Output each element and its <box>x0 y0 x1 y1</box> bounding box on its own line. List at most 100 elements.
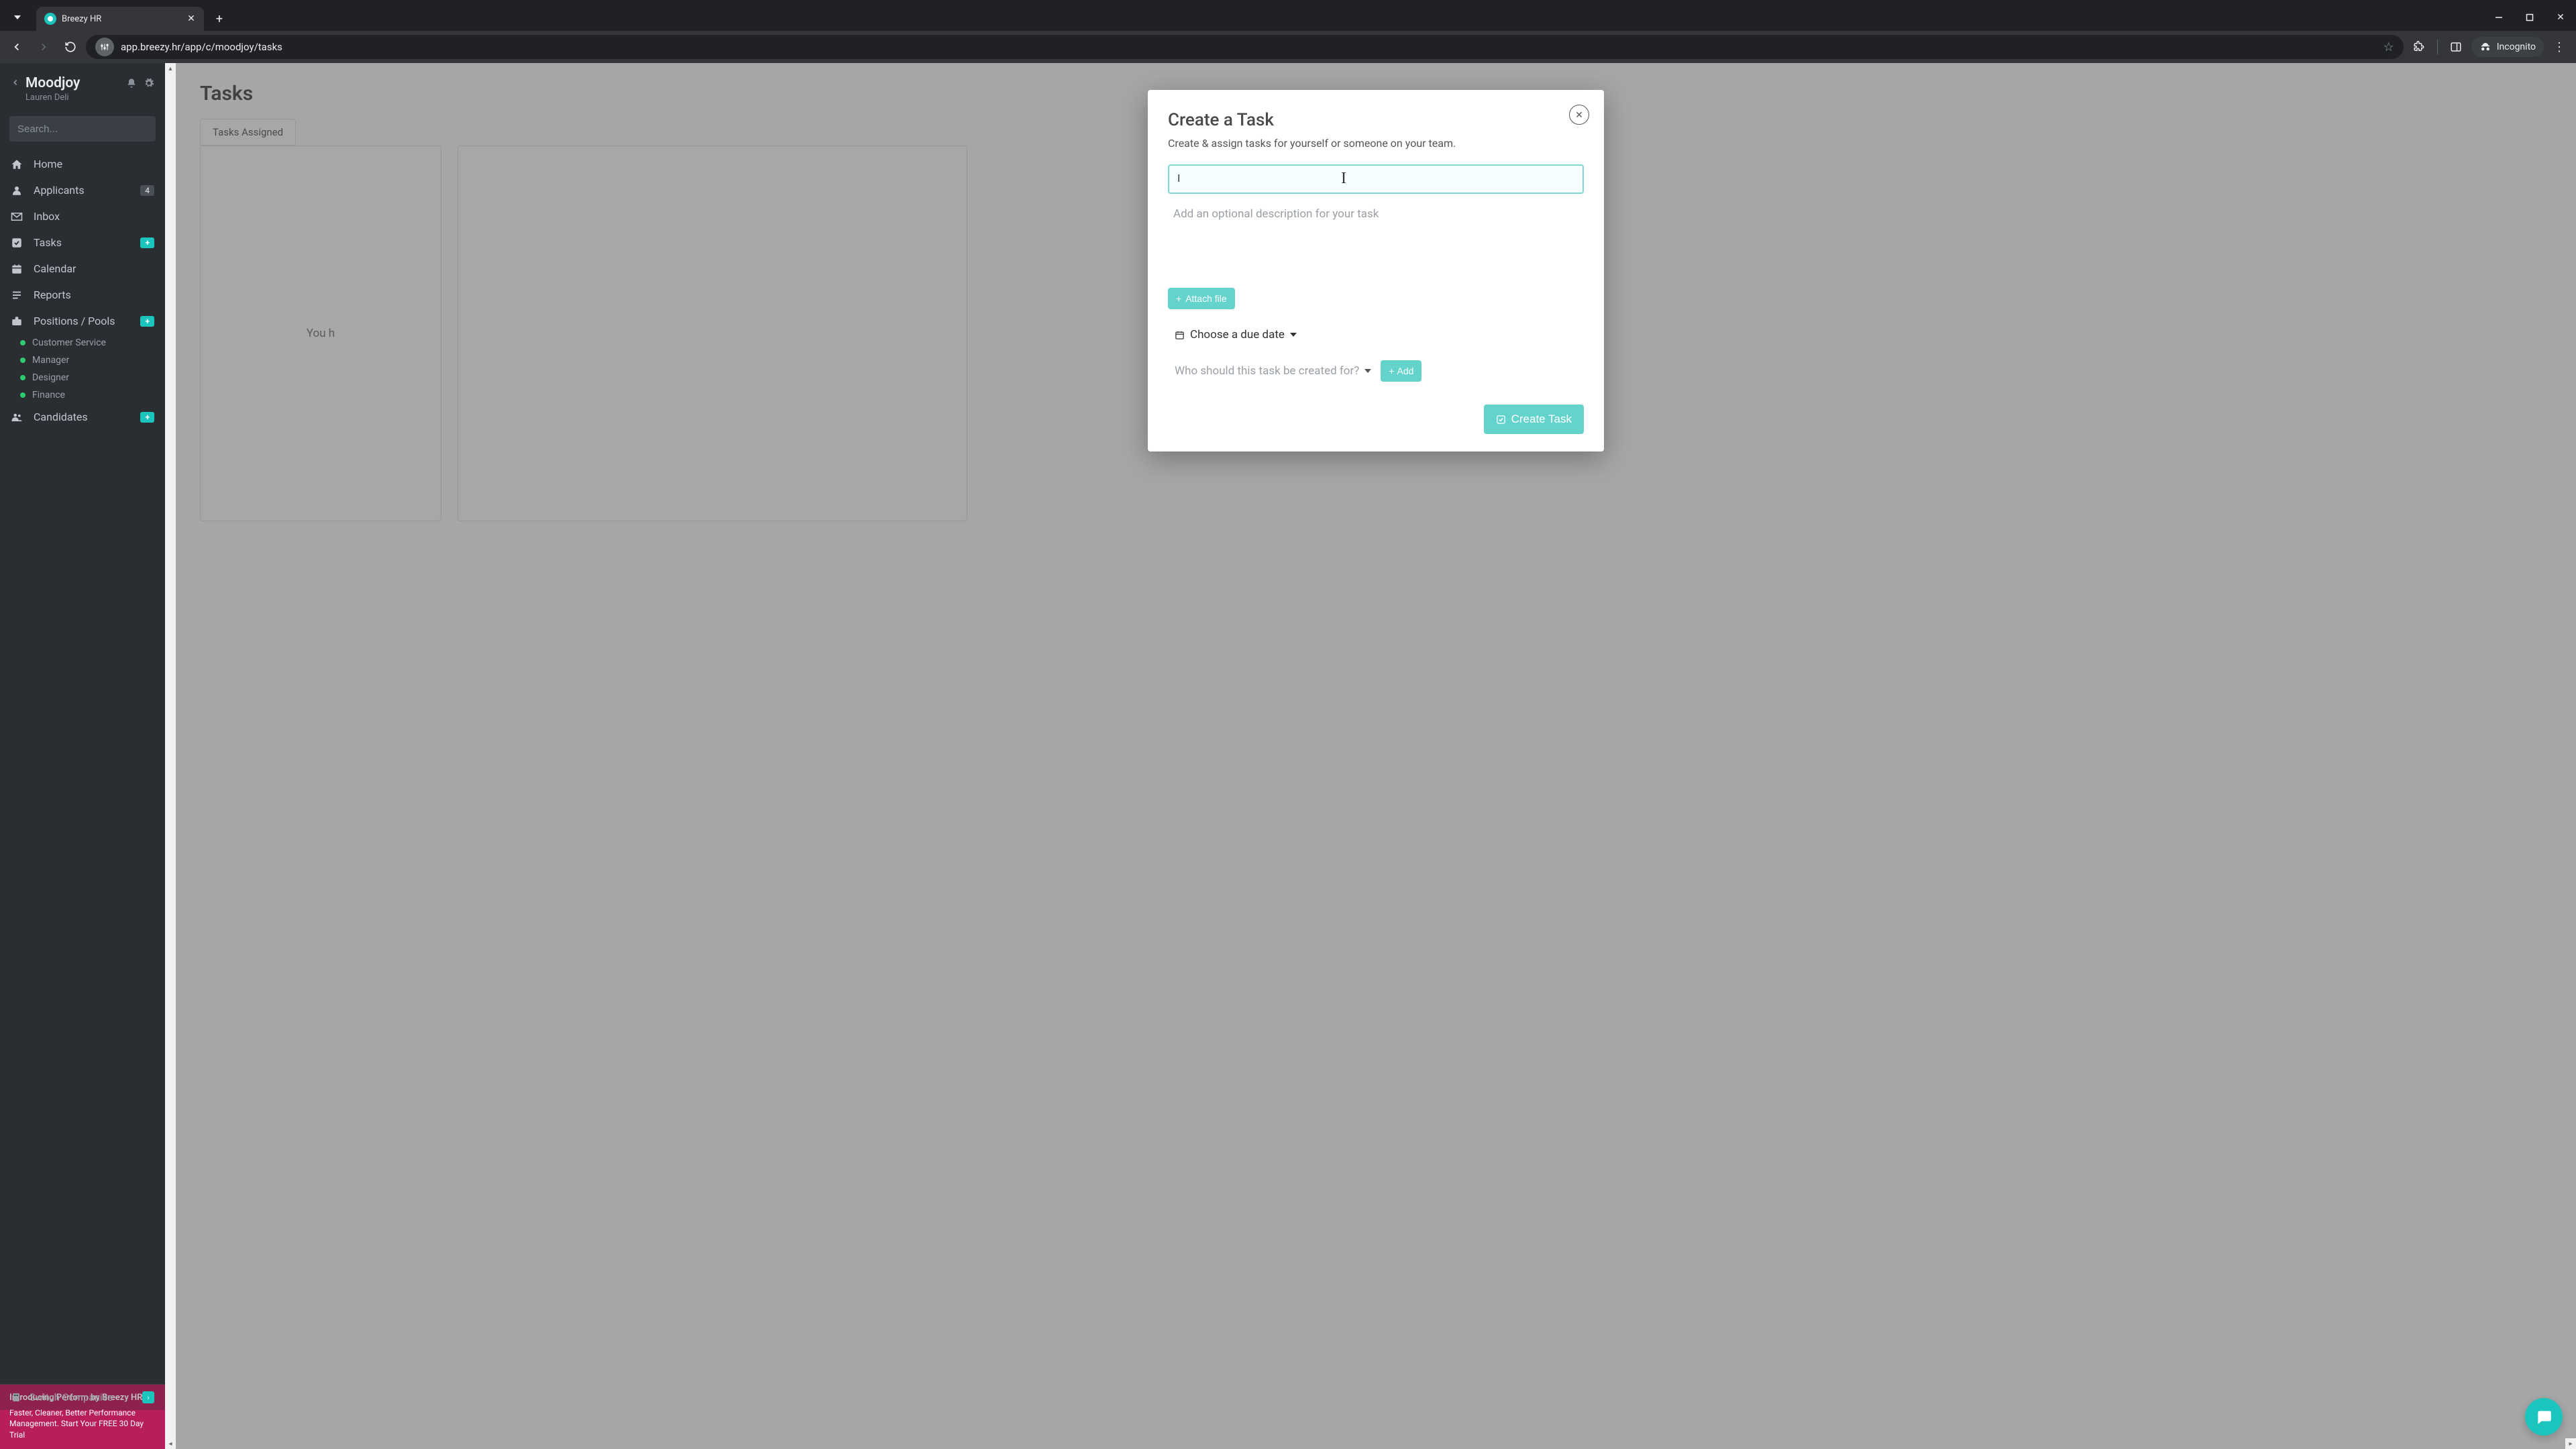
chevron-right-icon: › <box>142 1391 154 1403</box>
app-area: Moodjoy Lauren Deli Home Applic <box>0 63 2576 1449</box>
sidebar-item-label: Reports <box>34 288 71 301</box>
incognito-badge[interactable]: Incognito <box>2471 37 2544 57</box>
status-dot-icon <box>20 392 25 398</box>
browser-navbar: app.breezy.hr/app/c/moodjoy/tasks ☆ Inco… <box>0 31 2576 63</box>
search-input[interactable] <box>9 116 156 142</box>
plus-icon: + <box>1389 366 1394 376</box>
user-icon <box>11 184 24 197</box>
tab-search-dropdown[interactable] <box>3 4 32 31</box>
sidebar-item-applicants[interactable]: Applicants 4 <box>0 177 165 203</box>
scroll-track[interactable] <box>165 74 176 1438</box>
url-bar[interactable]: app.breezy.hr/app/c/moodjoy/tasks ☆ <box>86 35 2404 59</box>
sidebar-item-positions[interactable]: Positions / Pools + <box>0 308 165 334</box>
sidebar-item-label: Inbox <box>34 210 60 223</box>
site-settings-icon[interactable] <box>95 38 114 56</box>
close-window-button[interactable]: ✕ <box>2545 4 2576 31</box>
sidebar-search <box>9 116 156 142</box>
sidebar-item-label: Calendar <box>34 262 76 275</box>
sidebar-item-label: Candidates <box>34 411 88 423</box>
position-item[interactable]: Manager <box>0 352 165 369</box>
bookmark-icon[interactable]: ☆ <box>2383 40 2394 54</box>
position-item[interactable]: Designer <box>0 369 165 386</box>
new-tab-button[interactable]: + <box>209 9 229 29</box>
sidebar: Moodjoy Lauren Deli Home Applic <box>0 63 165 1449</box>
envelope-icon <box>11 211 24 223</box>
status-dot-icon <box>20 358 25 363</box>
company-name[interactable]: Moodjoy <box>25 75 80 91</box>
user-name: Lauren Deli <box>25 93 80 103</box>
plus-icon: + <box>1176 293 1181 304</box>
create-task-button[interactable]: Create Task <box>1484 405 1584 434</box>
gear-icon[interactable] <box>144 78 154 89</box>
promo-body: Faster, Cleaner, Better Performance Mana… <box>9 1407 156 1441</box>
badge-plus[interactable]: + <box>140 412 154 423</box>
sidebar-back-icon[interactable] <box>11 78 20 87</box>
sidepanel-icon[interactable] <box>2445 36 2467 58</box>
scroll-left-icon[interactable]: ◂ <box>165 1438 176 1449</box>
bell-icon[interactable] <box>126 78 137 89</box>
attach-file-button[interactable]: + Attach file <box>1168 288 1235 309</box>
task-description-input[interactable] <box>1168 205 1584 278</box>
sidebar-item-reports[interactable]: Reports <box>0 282 165 308</box>
maximize-button[interactable] <box>2514 4 2545 31</box>
assignee-row: Who should this task be created for? + A… <box>1168 360 1584 382</box>
incognito-icon <box>2479 41 2491 53</box>
modal-close-button[interactable]: ✕ <box>1569 105 1589 125</box>
assignee-picker[interactable]: Who should this task be created for? <box>1175 364 1371 378</box>
calendar-icon <box>11 263 24 275</box>
badge-plus[interactable]: + <box>140 237 154 248</box>
add-assignee-button[interactable]: + Add <box>1381 360 1421 382</box>
browser-titlebar: Breezy HR ✕ + ✕ <box>0 0 2576 31</box>
browser-tab[interactable]: Breezy HR ✕ <box>36 7 204 31</box>
modal-title: Create a Task <box>1168 110 1584 130</box>
sidebar-item-label: Applicants <box>34 184 85 197</box>
scroll-up-icon[interactable]: ▴ <box>165 63 176 74</box>
nav-list: Home Applicants 4 Inbox Tasks + Calendar <box>0 151 165 430</box>
modal-subtitle: Create & assign tasks for yourself or so… <box>1168 137 1584 150</box>
due-date-picker[interactable]: Choose a due date <box>1168 328 1584 341</box>
back-button[interactable] <box>5 36 28 58</box>
text-cursor-icon: I <box>1341 170 1346 188</box>
modal-overlay[interactable]: ✕ Create a Task Create & assign tasks fo… <box>176 63 2576 1449</box>
sidebar-item-home[interactable]: Home <box>0 151 165 177</box>
incognito-label: Incognito <box>2497 42 2536 52</box>
chevron-down-icon <box>1364 369 1371 373</box>
sidebar-item-candidates[interactable]: Candidates + <box>0 404 165 430</box>
minimize-button[interactable] <box>2483 4 2514 31</box>
sidebar-item-calendar[interactable]: Calendar <box>0 256 165 282</box>
create-task-modal: ✕ Create a Task Create & assign tasks fo… <box>1148 90 1604 451</box>
position-item[interactable]: Customer Service <box>0 334 165 352</box>
switch-companies[interactable]: Switch Companies › <box>0 1384 165 1410</box>
status-dot-icon <box>20 340 25 345</box>
sidebar-item-inbox[interactable]: Inbox <box>0 203 165 229</box>
tab-close-button[interactable]: ✕ <box>185 13 197 25</box>
chat-fab[interactable] <box>2525 1398 2563 1436</box>
sidebar-item-label: Positions / Pools <box>34 315 115 327</box>
calendar-icon <box>1175 330 1185 340</box>
sidebar-item-label: Home <box>34 158 62 170</box>
forward-button[interactable] <box>32 36 55 58</box>
tab-title: Breezy HR <box>62 14 180 24</box>
chevron-down-icon <box>1290 333 1297 337</box>
tab-favicon-icon <box>44 13 56 25</box>
nav-divider <box>2437 40 2438 54</box>
url-text: app.breezy.hr/app/c/moodjoy/tasks <box>121 41 2377 53</box>
users-icon <box>11 411 24 423</box>
sidebar-scrollbar[interactable]: ▴ ◂ <box>165 63 176 1449</box>
briefcase-icon <box>11 315 24 327</box>
scroll-right-icon[interactable]: ▸ <box>2565 1438 2576 1449</box>
position-item[interactable]: Finance <box>0 386 165 404</box>
chevron-down-icon <box>14 15 21 19</box>
status-dot-icon <box>20 375 25 380</box>
extensions-icon[interactable] <box>2408 36 2430 58</box>
badge-count: 4 <box>140 185 154 196</box>
chat-icon <box>2535 1408 2553 1426</box>
list-icon <box>11 289 24 301</box>
main-content: Tasks Tasks Assigned You h ✕ Create a Ta… <box>176 63 2576 1449</box>
sidebar-item-tasks[interactable]: Tasks + <box>0 229 165 256</box>
badge-plus[interactable]: + <box>140 316 154 327</box>
task-title-input[interactable] <box>1168 164 1584 194</box>
sidebar-header: Moodjoy Lauren Deli <box>0 63 165 111</box>
browser-menu-icon[interactable]: ⋮ <box>2548 36 2571 58</box>
reload-button[interactable] <box>59 36 82 58</box>
